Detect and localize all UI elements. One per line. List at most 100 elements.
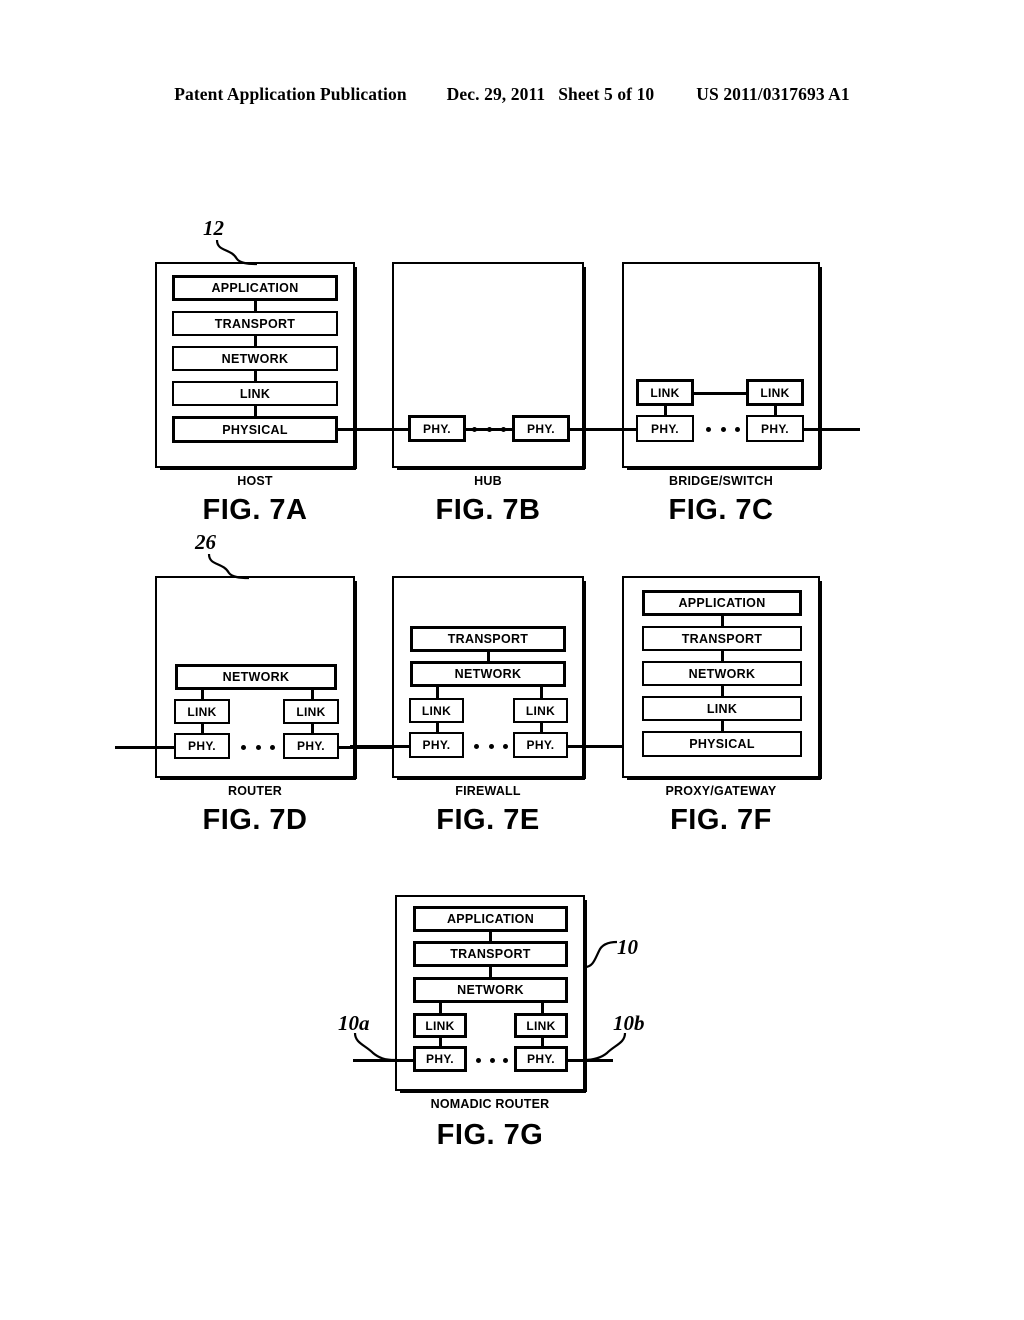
firewall-layer-link-right: LINK <box>513 698 568 723</box>
layer-label: PHY. <box>651 421 679 436</box>
figure-7b: PHY. PHY. HUB FIG. 7B <box>350 262 628 526</box>
layer-label: APPLICATION <box>678 596 766 610</box>
router-layer-phy-right: PHY. <box>283 733 339 759</box>
proxy-layer-transport: TRANSPORT <box>642 626 802 651</box>
leader-line-10 <box>584 940 618 969</box>
figure-7a-caption: FIG. 7A <box>202 494 308 526</box>
nomadic-layer-application: APPLICATION <box>413 906 568 932</box>
firewall-layer-phy-right: PHY. <box>513 732 568 758</box>
figure-7f-caption: FIG. 7F <box>670 804 772 836</box>
hub-external-link-left <box>350 428 410 431</box>
bridge-device-name: BRIDGE/SWITCH <box>669 474 773 488</box>
proxy-device-name: PROXY/GATEWAY <box>665 784 777 798</box>
layer-label: NETWORK <box>221 351 289 366</box>
layer-label: APPLICATION <box>211 281 299 295</box>
layer-label: LINK <box>650 385 680 400</box>
nomadic-layer-transport: TRANSPORT <box>413 941 568 967</box>
figure-7g: APPLICATION TRANSPORT NETWORK LINK LINK … <box>338 895 645 1151</box>
layer-label: LINK <box>760 385 790 400</box>
layer-label: LINK <box>525 703 556 718</box>
router-ellipsis <box>241 743 275 751</box>
host-layer-link: LINK <box>172 381 338 406</box>
firewall-layer-phy-left: PHY. <box>409 732 464 758</box>
figure-7d-caption: FIG. 7D <box>202 804 308 836</box>
bridge-link-interconnect <box>694 392 746 395</box>
host-layer-network: NETWORK <box>172 346 338 371</box>
bridge-layer-link-right: LINK <box>746 379 804 406</box>
hub-ellipsis <box>472 425 506 433</box>
nomadic-ellipsis <box>476 1056 508 1064</box>
layer-label: PHYSICAL <box>222 422 288 437</box>
figure-7c: LINK LINK PHY. PHY. BRIDGE/SWITCH FIG. 7… <box>582 262 860 526</box>
host-device-name: HOST <box>237 474 273 488</box>
connector-vertical <box>540 685 543 699</box>
layer-label: PHY. <box>423 421 451 436</box>
layer-label: LINK <box>526 1018 556 1033</box>
layer-label: LINK <box>706 701 738 716</box>
router-layer-link-right: LINK <box>283 699 339 724</box>
hub-layer-phy-right: PHY. <box>512 415 570 442</box>
layer-label: LINK <box>187 704 217 719</box>
bridge-layer-phy-right: PHY. <box>746 415 804 442</box>
leader-line-26 <box>207 553 250 580</box>
bridge-external-link-right <box>804 428 860 431</box>
layer-label: PHY. <box>761 421 789 436</box>
layer-label: PHY. <box>426 1052 454 1066</box>
figure-7g-caption: FIG. 7G <box>436 1119 544 1151</box>
layer-label: PHY. <box>527 421 555 436</box>
router-layer-link-left: LINK <box>174 699 230 724</box>
layer-label: NETWORK <box>222 670 290 684</box>
layer-label: PHYSICAL <box>689 737 755 751</box>
figure-7e: TRANSPORT NETWORK LINK LINK PHY. PHY. FI… <box>350 576 624 836</box>
proxy-layer-link: LINK <box>642 696 802 721</box>
router-layer-phy-left: PHY. <box>174 733 230 759</box>
layer-label: NETWORK <box>457 983 524 997</box>
layer-label: TRANSPORT <box>447 632 529 646</box>
firewall-external-link-right <box>568 745 624 748</box>
bridge-ellipsis <box>706 425 740 433</box>
nomadic-layer-network: NETWORK <box>413 977 568 1003</box>
figure-7e-caption: FIG. 7E <box>436 804 540 836</box>
layer-label: TRANSPORT <box>681 631 763 646</box>
figure-7c-caption: FIG. 7C <box>668 494 774 526</box>
nomadic-device-name: NOMADIC ROUTER <box>430 1097 550 1111</box>
layer-label: APPLICATION <box>446 912 535 926</box>
layer-label: LINK <box>421 703 452 718</box>
proxy-layer-physical: PHYSICAL <box>642 731 802 757</box>
leader-line-12 <box>215 239 258 266</box>
layer-label: TRANSPORT <box>214 316 296 331</box>
figure-7d: NETWORK LINK LINK PHY. PHY. ROUTER FIG. … <box>115 530 393 836</box>
firewall-layer-network: NETWORK <box>410 661 566 687</box>
router-external-link-left <box>115 746 175 749</box>
proxy-layer-network: NETWORK <box>642 661 802 686</box>
bridge-layer-phy-left: PHY. <box>636 415 694 442</box>
figure-7a: APPLICATION TRANSPORT NETWORK LINK PHYSI… <box>155 216 388 526</box>
host-layer-transport: TRANSPORT <box>172 311 338 336</box>
firewall-layer-transport: TRANSPORT <box>410 626 566 652</box>
figure-sheet: APPLICATION TRANSPORT NETWORK LINK PHYSI… <box>0 0 1024 1320</box>
layer-label: NETWORK <box>454 667 522 681</box>
firewall-layer-link-left: LINK <box>409 698 464 723</box>
bridge-external-link-left <box>582 428 638 431</box>
leader-line-10a <box>353 1032 396 1062</box>
hub-layer-phy-left: PHY. <box>408 415 466 442</box>
leader-line-10b <box>583 1032 627 1062</box>
bridge-layer-link-left: LINK <box>636 379 694 406</box>
firewall-device-name: FIREWALL <box>455 784 521 798</box>
router-layer-network: NETWORK <box>175 664 337 690</box>
layer-label: LINK <box>296 704 326 719</box>
nomadic-layer-phy-left: PHY. <box>413 1046 467 1072</box>
figure-7b-caption: FIG. 7B <box>435 494 541 526</box>
connector-vertical <box>436 685 439 699</box>
layer-label: LINK <box>239 386 271 401</box>
proxy-layer-application: APPLICATION <box>642 590 802 616</box>
layer-label: PHY. <box>526 738 555 752</box>
layer-label: PHY. <box>297 739 325 753</box>
layer-label: LINK <box>425 1018 455 1033</box>
layer-label: TRANSPORT <box>450 947 531 961</box>
firewall-ellipsis <box>474 742 508 750</box>
hub-device-name: HUB <box>474 474 502 488</box>
layer-label: PHY. <box>188 739 216 753</box>
figure-7f: APPLICATION TRANSPORT NETWORK LINK PHYSI… <box>622 576 822 836</box>
router-device-name: ROUTER <box>228 784 282 798</box>
